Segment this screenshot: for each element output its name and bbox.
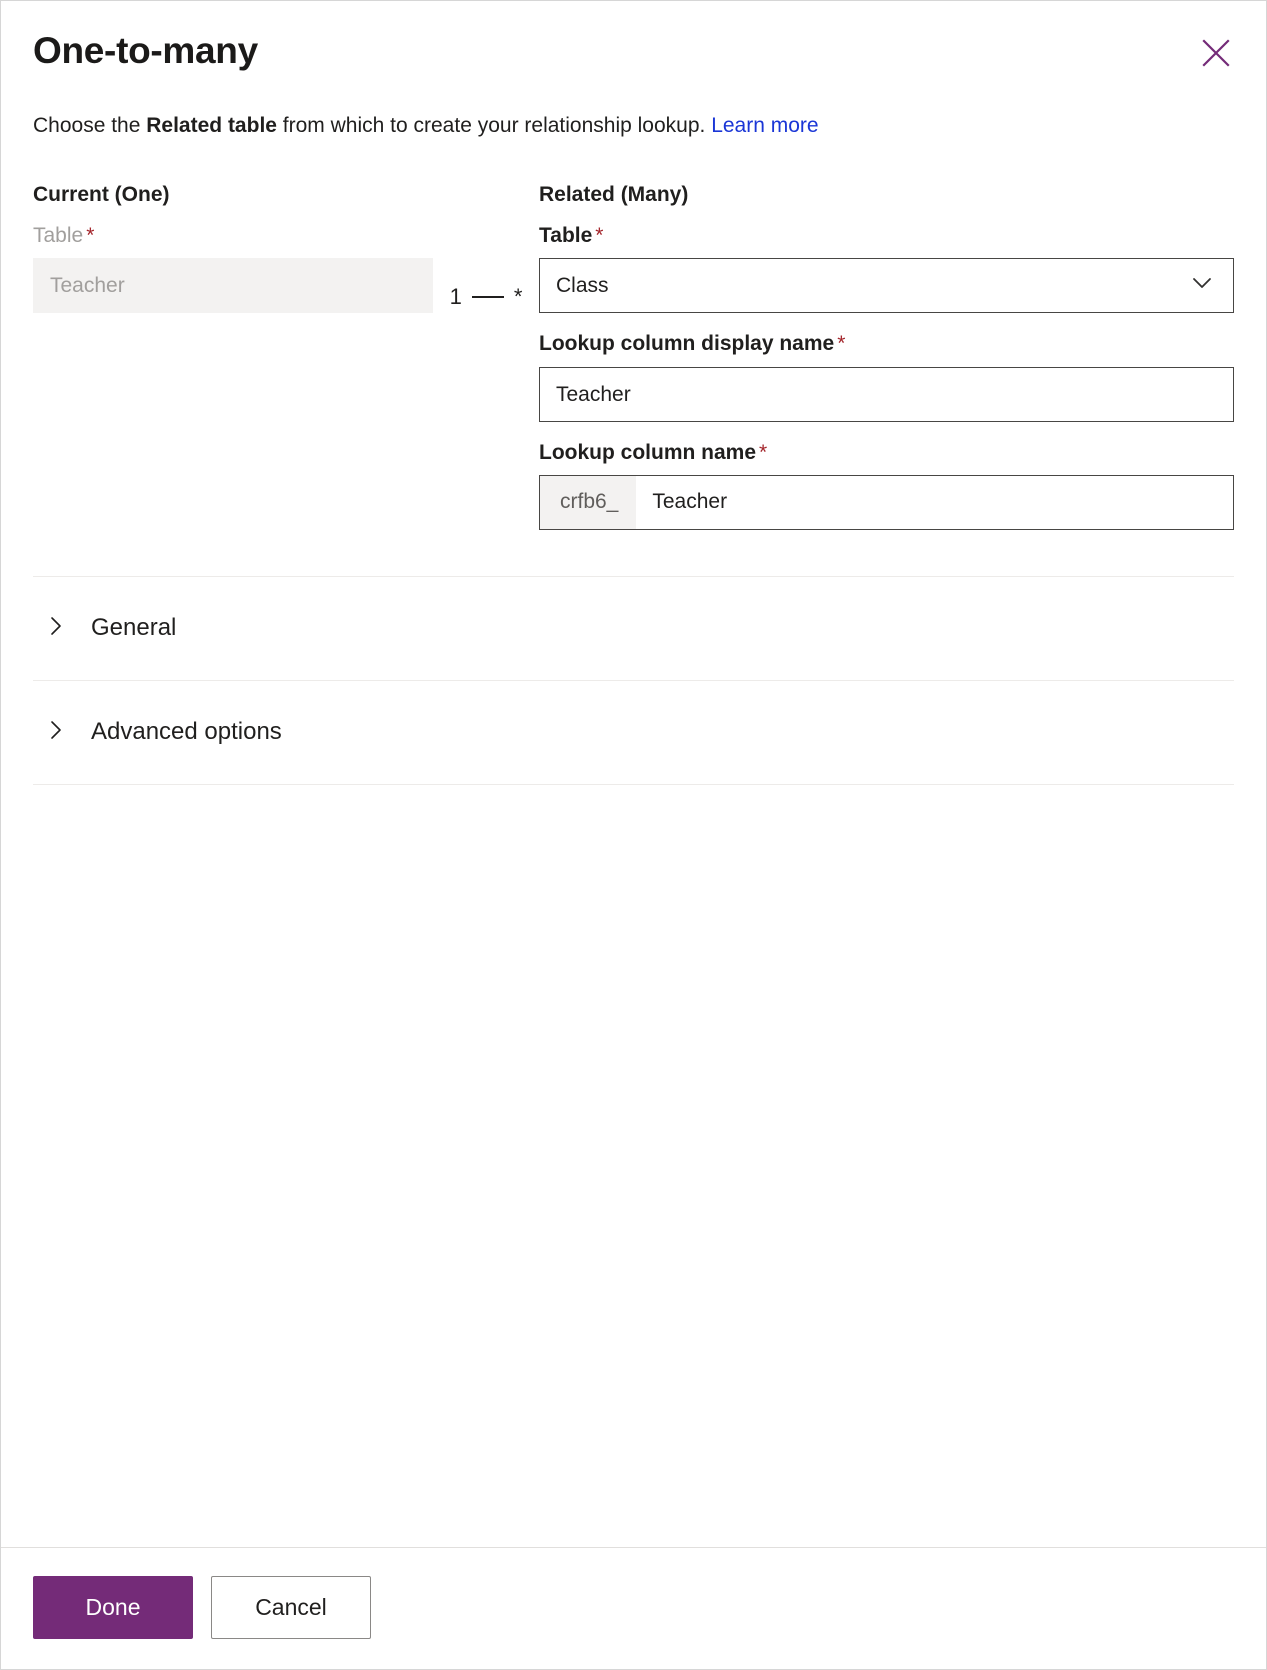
learn-more-link[interactable]: Learn more xyxy=(711,114,818,137)
accordion-label-general: General xyxy=(91,614,177,642)
cardinality-many: * xyxy=(513,284,523,310)
dialog-body: Current (One) Table * Teacher 1 * Relate… xyxy=(1,140,1266,1547)
chevron-right-icon xyxy=(45,719,67,746)
description-middle: from which to create your relationship l… xyxy=(276,113,712,137)
current-table-label-text: Table xyxy=(33,224,84,248)
current-table-field: Table * Teacher xyxy=(33,223,433,314)
lookup-display-name-label-text: Lookup column display name xyxy=(539,332,835,356)
close-button[interactable] xyxy=(1194,31,1238,75)
page-title: One-to-many xyxy=(33,30,258,71)
related-heading: Related (Many) xyxy=(539,183,689,207)
one-to-many-dialog: One-to-many Choose the Related table fro… xyxy=(0,0,1267,1670)
accordion-label-advanced-options: Advanced options xyxy=(91,718,282,746)
accordion-section-advanced-options: Advanced options xyxy=(33,679,1234,785)
description-strong: Related table xyxy=(146,113,277,137)
lookup-column-name-label: Lookup column name * xyxy=(539,440,1234,465)
required-asterisk: * xyxy=(595,224,604,248)
accordion-header-advanced-options[interactable]: Advanced options xyxy=(33,681,1246,784)
close-icon xyxy=(1201,38,1231,68)
cardinality-connector: 1 * xyxy=(433,182,539,308)
dialog-header: One-to-many xyxy=(1,1,1266,72)
lookup-column-name-field: Lookup column name * crfb6_ Teacher xyxy=(539,440,1234,530)
connector-line xyxy=(471,296,504,299)
accordion-sections: General Advanced options xyxy=(33,575,1234,785)
dialog-footer: Done Cancel xyxy=(1,1547,1266,1669)
related-table-label: Table * xyxy=(539,223,1234,248)
current-table-label: Table * xyxy=(33,223,433,248)
lookup-display-name-input[interactable]: Teacher xyxy=(539,366,1234,422)
current-heading: Current (One) xyxy=(33,183,170,207)
schema-prefix: crfb6_ xyxy=(540,475,637,529)
lookup-column-name-value: Teacher xyxy=(652,490,728,514)
accordion-header-general[interactable]: General xyxy=(33,577,1246,680)
cancel-button[interactable]: Cancel xyxy=(211,1576,371,1639)
description-prefix: Choose the xyxy=(33,113,147,137)
current-column: Current (One) Table * Teacher xyxy=(33,182,433,314)
current-table-value: Teacher xyxy=(50,274,125,298)
lookup-column-name-input-group: crfb6_ Teacher xyxy=(539,474,1234,530)
chevron-down-icon xyxy=(1189,270,1215,302)
related-table-dropdown[interactable]: Class xyxy=(539,258,1234,314)
lookup-column-name-input[interactable]: Teacher xyxy=(636,476,1233,529)
lookup-display-name-field: Lookup column display name * Teacher xyxy=(539,331,1234,422)
lookup-display-name-label: Lookup column display name * xyxy=(539,331,1234,356)
done-button[interactable]: Done xyxy=(33,1576,193,1639)
related-table-field: Table * Class xyxy=(539,223,1234,314)
required-asterisk: * xyxy=(86,224,95,248)
required-asterisk: * xyxy=(759,440,768,464)
related-table-value: Class xyxy=(556,274,609,298)
lookup-column-name-label-text: Lookup column name xyxy=(539,440,757,464)
current-table-input: Teacher xyxy=(33,258,433,314)
related-column: Related (Many) Table * Class Lookup colu… xyxy=(539,182,1234,530)
required-asterisk: * xyxy=(837,332,846,356)
cardinality-one: 1 xyxy=(449,284,462,310)
accordion-section-general: General xyxy=(33,575,1234,680)
chevron-right-icon xyxy=(45,615,67,642)
lookup-display-name-value: Teacher xyxy=(556,382,631,406)
dialog-description: Choose the Related table from which to c… xyxy=(1,72,1266,140)
relationship-columns: Current (One) Table * Teacher 1 * Relate… xyxy=(33,140,1234,530)
related-table-label-text: Table xyxy=(539,224,593,248)
